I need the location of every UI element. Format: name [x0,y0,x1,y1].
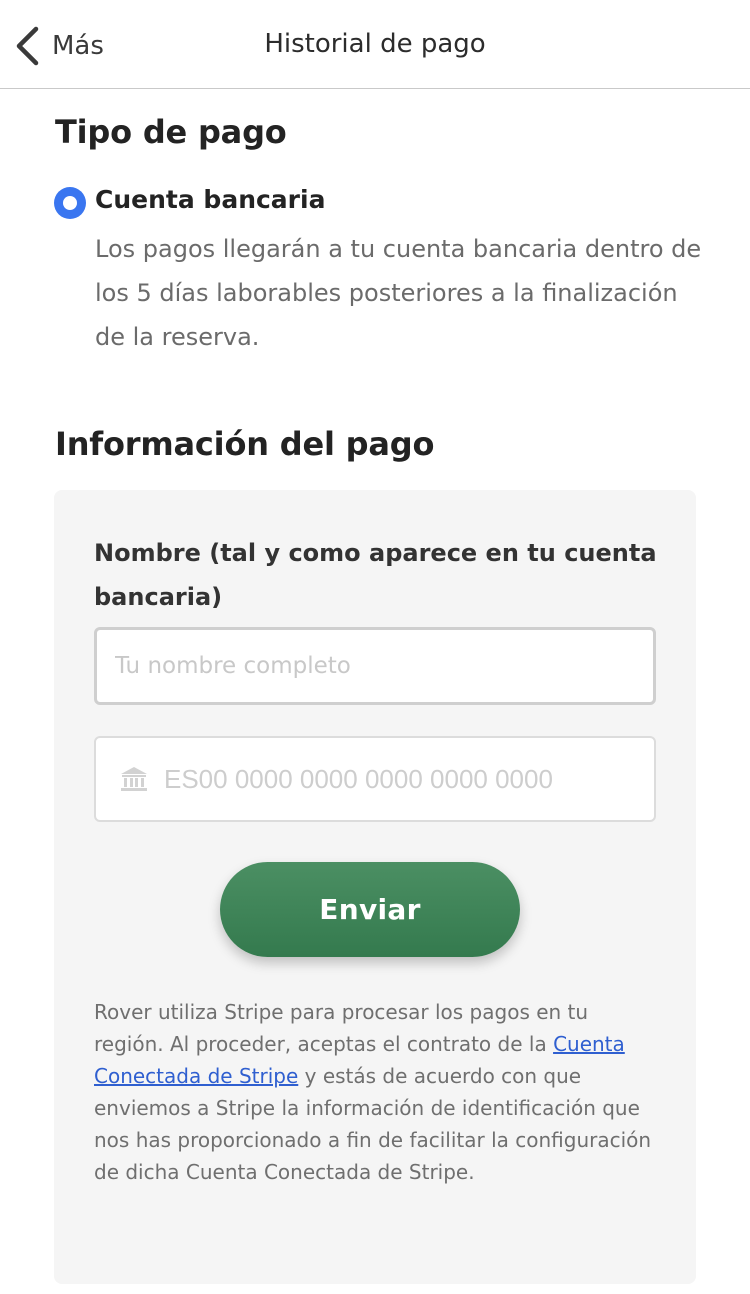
legal-text-before: Rover utiliza Stripe para procesar los p… [94,1000,589,1056]
option-label: Cuenta bancaria [95,185,326,214]
payment-info-heading: Información del pago [55,425,435,463]
iban-field[interactable] [94,736,656,822]
nav-bar: Más Historial de pago [0,0,750,89]
iban-input[interactable] [162,738,642,820]
page-title: Historial de pago [264,29,486,59]
payment-info-card: Nombre (tal y como aparece en tu cuenta … [54,490,696,1284]
submit-button[interactable]: Enviar [220,862,520,957]
name-field-label: Nombre (tal y como aparece en tu cuenta … [94,539,657,611]
legal-text: Rover utiliza Stripe para procesar los p… [94,996,664,1188]
payment-type-heading: Tipo de pago [55,113,287,151]
bank-icon [121,767,147,791]
radio-selected[interactable] [54,187,86,219]
full-name-input[interactable] [94,627,656,705]
option-description: Los pagos llegarán a tu cuenta bancaria … [95,235,702,351]
